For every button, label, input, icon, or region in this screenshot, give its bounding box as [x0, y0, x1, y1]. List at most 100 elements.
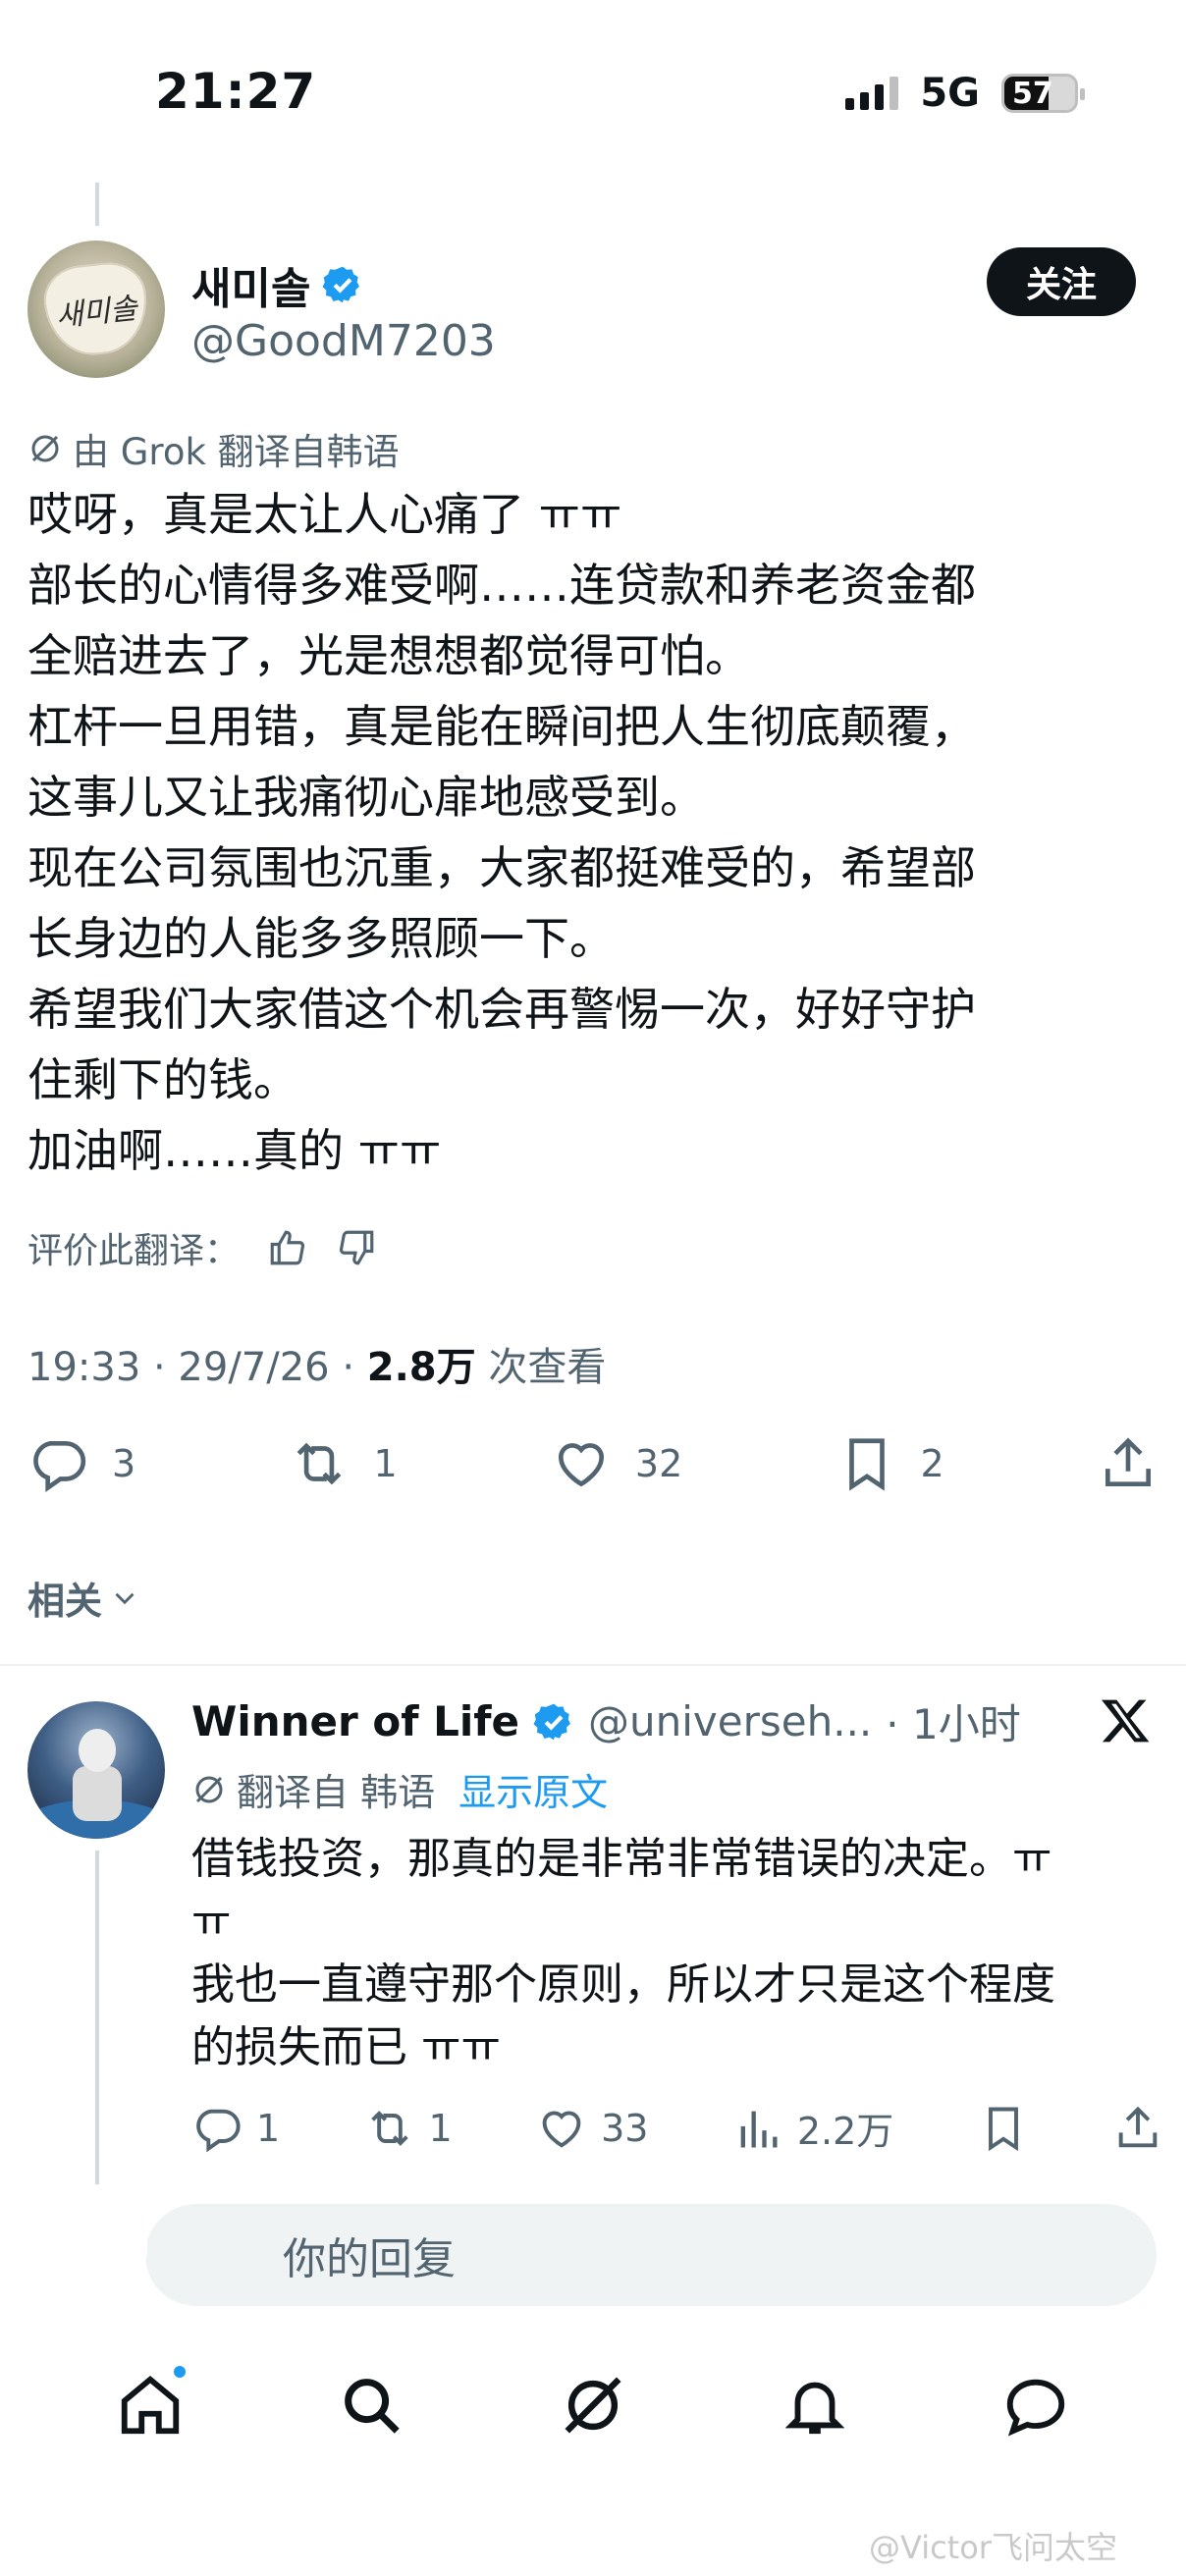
bookmark-count: 2: [920, 1442, 944, 1485]
thumbs-up-icon[interactable]: [267, 1227, 308, 1268]
reply-view-count: 2.2万: [796, 2110, 894, 2153]
like-icon: [542, 2111, 581, 2148]
verified-badge-icon: [322, 266, 360, 303]
tweet-line: 现在公司氛围也沉重，大家都挺难受的，希望部: [27, 841, 976, 894]
reply-icon: [33, 1441, 86, 1493]
tweet-line: 杠杆一旦用错，真是能在瞬间把人生彻底颠覆，: [27, 700, 976, 753]
reply-button[interactable]: 3: [27, 1433, 135, 1494]
new-posts-dot: [170, 2363, 189, 2381]
reply-compose-input[interactable]: 你的回复: [145, 2204, 1157, 2306]
tweet-line: 部长的心情得多难受啊……连贷款和养老资金都: [27, 559, 976, 612]
tweet-line: 加油啊……真的 ㅠㅠ: [27, 1124, 442, 1177]
translation-label: 由 Grok 翻译自韩语: [73, 431, 400, 473]
like-button[interactable]: 32: [551, 1433, 682, 1494]
thumbs-down-icon[interactable]: [336, 1227, 377, 1268]
reply-like-count: 33: [601, 2106, 649, 2150]
reply-line: 借钱投资，那真的是非常非常错误的决定。ㅠ: [191, 1834, 1052, 1884]
reply-line: 的损失而已 ㅠㅠ: [191, 2022, 501, 2072]
reply-translated-label: 翻译自 韩语: [237, 1771, 436, 1814]
section-divider: [0, 1664, 1186, 1666]
reply-author-handle[interactable]: @universeh...: [588, 1697, 872, 1745]
nav-search[interactable]: [335, 2369, 407, 2442]
author-name-row[interactable]: 새미솔: [191, 253, 363, 316]
related-label: 相关: [27, 1580, 103, 1623]
share-icon: [1105, 1437, 1151, 1486]
tweet-line: 全赔进去了，光是想想都觉得可怕。: [27, 629, 750, 682]
reply-header: Winner of Life @universeh... · 1小时: [191, 1691, 1021, 1751]
nav-home[interactable]: [114, 2363, 189, 2442]
nav-messages[interactable]: [999, 2369, 1072, 2442]
retweet-button[interactable]: 1: [289, 1433, 398, 1494]
rate-translation-row: 评价此翻译：: [27, 1222, 377, 1273]
retweet-icon: [370, 2110, 408, 2146]
reply-translation-notice: 翻译自 韩语 显示原文: [191, 1762, 608, 1816]
author-handle[interactable]: @GoodM7203: [191, 316, 496, 366]
reply-reply-button[interactable]: 1: [191, 2103, 280, 2154]
home-icon: [121, 2375, 179, 2435]
like-count: 32: [634, 1442, 683, 1485]
watermark: @Victor飞问太空: [869, 2529, 1117, 2566]
tweet-timestamp: 19:33 · 29/7/26 ·: [27, 1345, 367, 1390]
follow-button[interactable]: 关注: [987, 247, 1136, 316]
reply-reply-count: 1: [256, 2106, 281, 2150]
tweet-line: 这事儿又让我痛彻心扉地感受到。: [27, 771, 705, 824]
reply-like-button[interactable]: 33: [536, 2103, 648, 2154]
tweet-line: 住剩下的钱。: [27, 1053, 298, 1106]
reply-author-name[interactable]: Winner of Life: [191, 1697, 519, 1745]
network-label: 5G: [920, 71, 980, 116]
reply-text: 借钱投资，那真的是非常非常错误的决定。ㅠ ㅠ 我也一直遵守那个原则，所以才只是这…: [191, 1828, 1154, 2079]
reply-line: ㅠ: [191, 1897, 232, 1947]
my-avatar[interactable]: [39, 2194, 147, 2302]
translation-notice[interactable]: 由 Grok 翻译自韩语: [27, 422, 400, 475]
reply-count: 3: [112, 1442, 136, 1485]
views-icon: [740, 2111, 778, 2147]
retweet-count: 1: [373, 1442, 398, 1485]
reply-retweet-button[interactable]: 1: [364, 2103, 453, 2154]
chevron-down-icon: [115, 1592, 135, 1604]
nav-notifications[interactable]: [779, 2369, 851, 2442]
status-time: 21:27: [155, 63, 317, 120]
messages-icon: [1007, 2379, 1065, 2437]
reply-avatar[interactable]: [27, 1701, 165, 1839]
reply-line: 我也一直遵守那个原则，所以才只是这个程度: [191, 1959, 1055, 2010]
related-toggle[interactable]: 相关: [27, 1571, 141, 1625]
reply-bookmark-button[interactable]: [978, 2103, 1029, 2154]
grok-icon: [31, 435, 59, 462]
author-name[interactable]: 새미솔: [191, 253, 310, 316]
grok-icon: [195, 1776, 223, 1802]
rate-translation-label: 评价此翻译：: [27, 1231, 241, 1271]
reply-actions: 1 1 33 2.2万: [191, 2101, 1163, 2155]
thread-line: [95, 183, 99, 226]
grok-nav-icon: [565, 2377, 621, 2434]
tweet-meta: 19:33 · 29/7/26 · 2.8万 次查看: [27, 1335, 606, 1392]
tweet-actions: 3 1 32 2: [27, 1433, 1159, 1494]
tweet-text: 哎呀，真是太让人心痛了 ㅠㅠ 部长的心情得多难受啊……连贷款和养老资金都 全赔进…: [27, 479, 1166, 1186]
reply-views-button[interactable]: 2.2万: [732, 2101, 893, 2155]
reply-time: · 1小时: [886, 1700, 1021, 1748]
status-icons: 5G 57: [845, 71, 1085, 116]
tweet-line: 长身边的人能多多照顾一下。: [27, 912, 615, 965]
battery-level: 57: [1012, 76, 1053, 111]
verified-badge-icon: [533, 1703, 570, 1740]
signal-icon: [845, 77, 899, 110]
like-icon: [558, 1443, 604, 1487]
avatar-text: 새미솔: [54, 291, 139, 335]
bottom-navigation: [0, 2351, 1186, 2459]
reply-share-button[interactable]: [1112, 2103, 1163, 2154]
bookmark-icon: [988, 2107, 1018, 2151]
reply-thread-line: [95, 1851, 99, 2184]
tweet-line: 哎呀，真是太让人心痛了 ㅠㅠ: [27, 488, 622, 541]
share-button[interactable]: [1098, 1433, 1159, 1494]
reply-retweet-count: 1: [428, 2106, 453, 2150]
search-icon: [345, 2379, 401, 2434]
bookmark-button[interactable]: 2: [836, 1433, 944, 1494]
author-avatar[interactable]: 새미솔: [27, 241, 165, 378]
battery-icon: 57: [1001, 74, 1085, 113]
x-logo-icon[interactable]: [1100, 1694, 1153, 1747]
notifications-icon: [784, 2382, 844, 2435]
nav-grok[interactable]: [557, 2369, 629, 2442]
bookmark-icon: [848, 1438, 885, 1491]
view-label: 次查看: [475, 1345, 607, 1390]
view-count[interactable]: 2.8万: [367, 1345, 476, 1390]
show-original-link[interactable]: 显示原文: [458, 1762, 608, 1816]
